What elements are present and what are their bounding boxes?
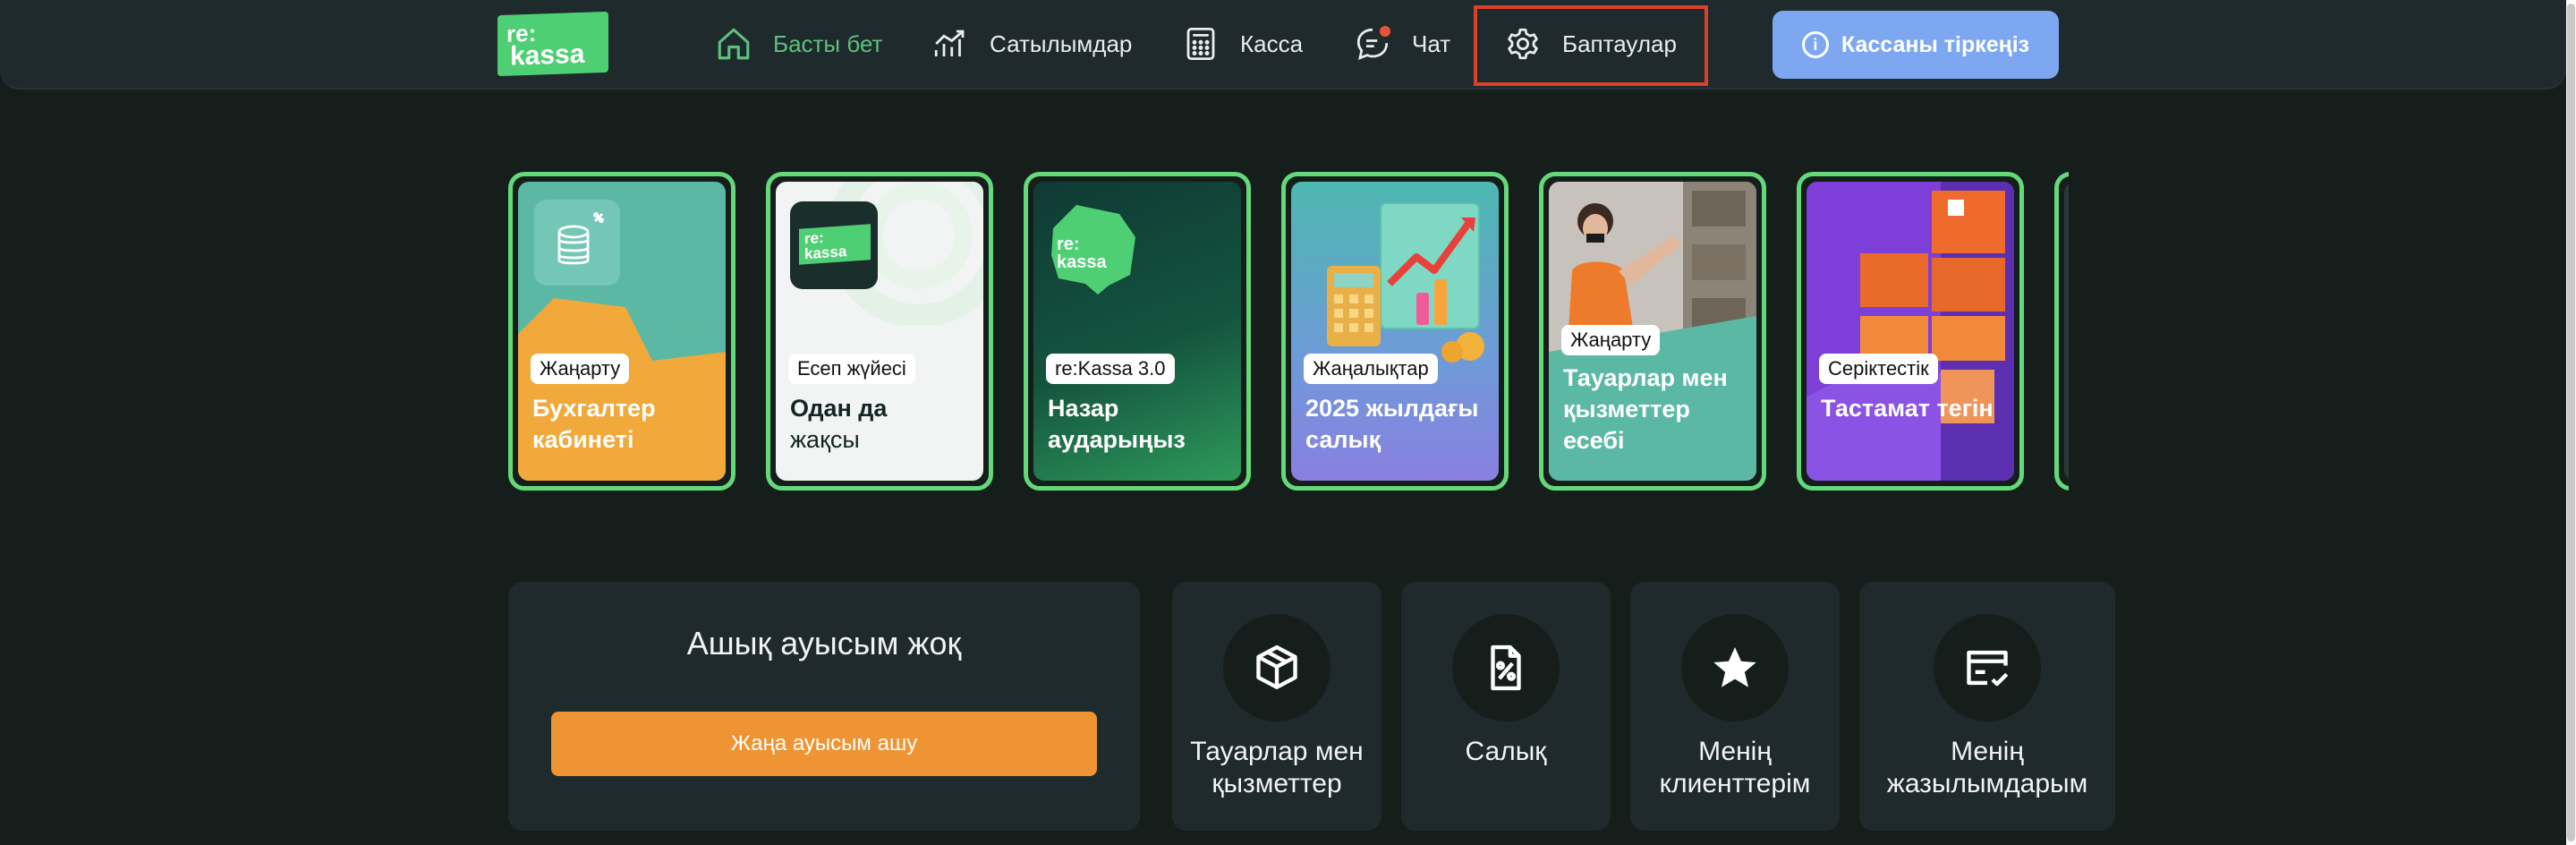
- nav-settings[interactable]: Баптаулар: [1503, 16, 1677, 72]
- chat-icon: [1353, 24, 1392, 64]
- logo-text-bottom: kassa: [510, 38, 585, 72]
- story-card-tax-2025[interactable]: Жаңалықтар 2025 жылдағы салық: [1281, 172, 1509, 491]
- rekassa-app-icon: re: kassa: [790, 201, 878, 289]
- register-cashier-label: Кассаны тіркеңіз: [1841, 31, 2030, 57]
- story-card-tastamat[interactable]: Серіктестік Тастамат тегін: [1797, 172, 2024, 491]
- story-title: 2025 жылдағы салық: [1305, 395, 1479, 453]
- tile-my-subscriptions[interactable]: Менің жазылымдарым: [1859, 582, 2115, 831]
- shift-status-title: Ашық ауысым жоқ: [686, 625, 962, 661]
- story-card-accounting-system[interactable]: re: kassa Есеп жүйесі Одан да жақсы: [766, 172, 993, 491]
- story-title-bold: Одан да: [790, 395, 888, 422]
- story-tag: re:Kassa 3.0: [1046, 354, 1175, 384]
- nav-sales-label: Сатылымдар: [990, 30, 1133, 57]
- coins-icon: [534, 200, 620, 286]
- home-icon: [714, 24, 753, 64]
- shift-panel: Ашық ауысым жоқ Жаңа ауысым ашу: [508, 582, 1140, 831]
- rekassa-logo[interactable]: re: kassa: [497, 11, 608, 77]
- tile-label: Менің клиенттерім: [1659, 737, 1811, 798]
- story-image: Жаңалықтар 2025 жылдағы салық: [1291, 182, 1499, 481]
- story-image: Серіктестік Тастамат тегін: [1807, 182, 2014, 481]
- register-cashier-button[interactable]: i Кассаны тіркеңіз: [1773, 11, 2059, 79]
- story-image: re: kassa Есеп жүйесі Одан да жақсы: [776, 182, 983, 481]
- nav-chat-label: Чат: [1412, 30, 1451, 57]
- nav-sales[interactable]: Сатылымдар: [931, 16, 1132, 72]
- logo-text-bottom: kassa: [804, 243, 847, 263]
- tax-icon: [1452, 614, 1560, 721]
- info-icon: i: [1801, 31, 1829, 58]
- gear-icon: [1503, 24, 1543, 64]
- card-icon: [1934, 614, 2041, 721]
- story-card-accountant[interactable]: Жаңарту Бухгалтер кабинеті: [508, 172, 735, 491]
- logo-text-top: re:: [1057, 235, 1080, 254]
- top-header: re: kassa Басты бет Сатылымдар Касса Чат…: [0, 0, 2566, 90]
- tile-label: Салық: [1465, 737, 1547, 766]
- nav-cashier-label: Касса: [1240, 30, 1304, 57]
- tile-tax[interactable]: Салық: [1401, 582, 1611, 831]
- chat-notification-dot: [1380, 26, 1390, 37]
- parcel-locker-illustration: [1807, 182, 2014, 481]
- story-card-partial[interactable]: [2054, 172, 2069, 491]
- tile-my-clients[interactable]: Менің клиенттерім: [1630, 582, 1840, 831]
- story-card-goods-services[interactable]: Жаңарту Тауарлар мен қызметтер есебі: [1539, 172, 1766, 491]
- tile-goods-services[interactable]: Тауарлар мен қызметтер: [1172, 582, 1382, 831]
- nav-chat[interactable]: Чат: [1353, 16, 1450, 72]
- scrollbar-thumb[interactable]: [2567, 4, 2575, 841]
- story-title: Одан да жақсы: [790, 393, 974, 456]
- logo-text-bottom: kassa: [1057, 252, 1107, 272]
- tile-label: Менің жазылымдарым: [1886, 737, 2088, 798]
- box-icon: [1223, 614, 1331, 721]
- nav-cashier[interactable]: Касса: [1181, 16, 1303, 72]
- badge-logo-text: re: kassa: [1057, 235, 1107, 271]
- story-tag: Есеп жүйесі: [788, 354, 915, 384]
- story-title: Тауарлар мен қызметтер есебі: [1563, 364, 1728, 454]
- tile-label: Тауарлар мен қызметтер: [1190, 737, 1364, 798]
- story-image: Жаңарту Бухгалтер кабинеті: [518, 182, 726, 481]
- stories-carousel: Жаңарту Бухгалтер кабинеті re: kassa Есе…: [508, 172, 2069, 491]
- story-tag: Серіктестік: [1819, 354, 1938, 384]
- story-tag: Жаңарту: [1561, 325, 1661, 355]
- story-title: Тастамат тегін: [1821, 395, 1994, 422]
- open-shift-button[interactable]: Жаңа ауысым ашу: [551, 712, 1097, 776]
- story-tag: Жаңалықтар: [1304, 354, 1438, 384]
- star-icon: [1681, 614, 1789, 721]
- story-card-rekassa-3[interactable]: re: kassa re:Kassa 3.0 Назар аударыңыз: [1024, 172, 1251, 491]
- story-title-rest: жақсы: [790, 426, 860, 453]
- nav-settings-label: Баптаулар: [1562, 30, 1677, 57]
- story-title: Бухгалтер кабинеті: [532, 395, 656, 453]
- nav-home-label: Басты бет: [773, 30, 883, 57]
- story-tag: Жаңарту: [531, 354, 630, 384]
- story-image: re: kassa re:Kassa 3.0 Назар аударыңыз: [1033, 182, 1241, 481]
- finance-illustration: [1327, 202, 1484, 363]
- story-image: Жаңарту Тауарлар мен қызметтер есебі: [1549, 182, 1756, 481]
- chart-icon: [931, 24, 970, 64]
- story-title: Назар аударыңыз: [1048, 395, 1186, 453]
- nav-home[interactable]: Басты бет: [714, 16, 882, 72]
- calculator-icon: [1181, 24, 1220, 64]
- story-image: [2064, 182, 2069, 481]
